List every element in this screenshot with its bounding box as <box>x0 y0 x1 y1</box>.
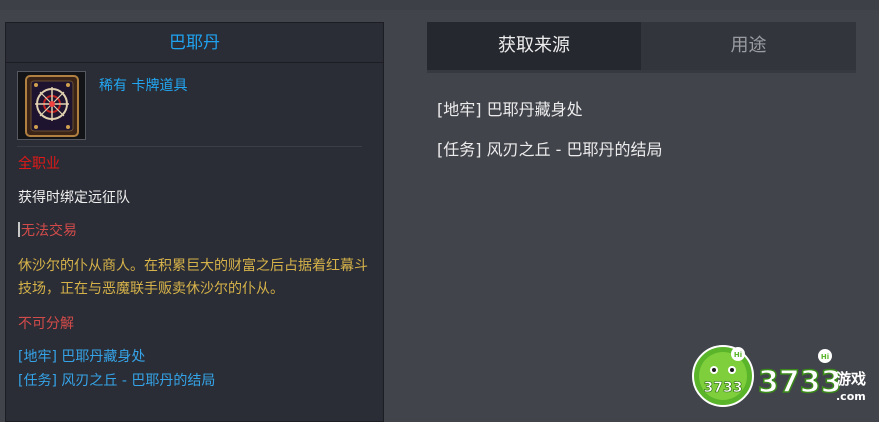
logo-text-game: 游戏 <box>836 370 866 388</box>
item-name: 巴耶丹 <box>6 23 383 63</box>
acquire-item-dungeon[interactable]: [地牢] 巴耶丹藏身处 <box>437 96 583 120</box>
top-bar <box>0 0 879 10</box>
card-icon <box>17 71 86 140</box>
source-link-dungeon[interactable]: [地牢] 巴耶丹藏身处 <box>18 346 145 368</box>
trade-text: 无法交易 <box>21 223 77 239</box>
logo-hi-small: Hi <box>734 351 742 359</box>
tab-acquire-source[interactable]: 获取来源 <box>427 22 641 70</box>
logo-text-main: 3733 <box>758 365 842 400</box>
class-restriction: 全职业 <box>18 156 60 172</box>
logo-text-com: .com <box>836 390 866 403</box>
3733-watermark-logo: Hi 3733 3733 Hi 游戏 .com <box>690 340 876 410</box>
divider <box>17 146 362 147</box>
tab-usage[interactable]: 用途 <box>641 22 856 70</box>
item-rarity-type: 稀有 卡牌道具 <box>99 78 188 94</box>
tab-underline <box>427 70 856 73</box>
acquire-item-quest[interactable]: [任务] 风刃之丘 - 巴耶丹的结局 <box>437 136 663 160</box>
item-description: 休沙尔的仆从商人。在积累巨大的财富之后占据着红幕斗技场，正在与恶魔联手贩卖休沙尔… <box>18 258 368 297</box>
trade-info: 无法交易 <box>18 220 77 242</box>
logo-text-badge: 3733 <box>704 380 743 396</box>
disassemble-info: 不可分解 <box>18 316 74 332</box>
item-tooltip-card: 巴耶丹 稀有 卡牌道具 全职业 获得时绑定远征队 无法交易 休沙尔的仆从商人。在… <box>5 22 384 422</box>
source-link-quest[interactable]: [任务] 风刃之丘 - 巴耶丹的结局 <box>18 370 215 392</box>
logo-hi: Hi <box>821 353 829 361</box>
text-cursor <box>18 222 20 237</box>
bind-info: 获得时绑定远征队 <box>18 190 130 206</box>
tab-bar: 获取来源 用途 <box>427 22 856 70</box>
